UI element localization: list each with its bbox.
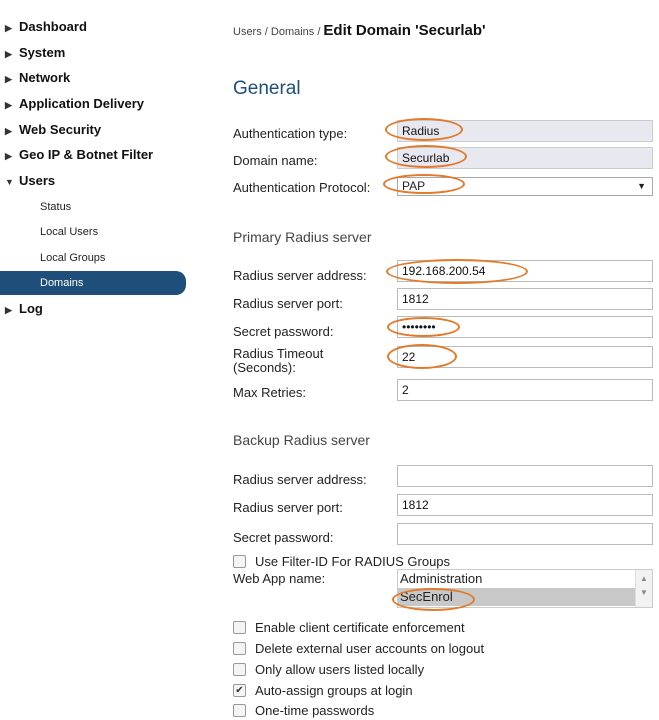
filter-id-label: Use Filter-ID For RADIUS Groups <box>255 554 451 569</box>
otp-option[interactable]: One-time passwords <box>233 702 374 720</box>
sidebar-subitem-status[interactable]: Status <box>40 197 71 217</box>
primary-secret-label: Secret password: <box>233 324 334 339</box>
webapp-label: Web App name: <box>233 571 326 586</box>
sidebar: ▶ Dashboard ▶ System ▶ Network ▶ Application… <box>0 0 186 718</box>
local-only-label: Only allow users listed locally <box>255 662 425 677</box>
primary-timeout-label: Radius Timeout (Seconds): <box>233 346 324 375</box>
backup-port-label: Radius server port: <box>233 500 343 515</box>
sidebar-item-label: Network <box>19 70 71 85</box>
primary-address-label: Radius server address: <box>233 268 367 283</box>
sidebar-item-label: System <box>19 45 66 60</box>
sidebar-item-system[interactable]: ▶ System <box>5 43 65 63</box>
primary-secret-field[interactable]: •••••••• <box>397 316 653 338</box>
sidebar-item-dashboard[interactable]: ▶ Dashboard <box>5 17 87 37</box>
backup-port-field[interactable]: 1812 <box>397 494 653 516</box>
backup-secret-label: Secret password: <box>233 530 334 545</box>
primary-address-field[interactable]: 192.168.200.54 <box>397 260 653 282</box>
sidebar-subitem-domains[interactable]: Domains <box>0 271 186 295</box>
primary-retries-label: Max Retries: <box>233 385 306 400</box>
caret-right-icon: ▶ <box>5 126 12 136</box>
backup-address-label: Radius server address: <box>233 472 367 487</box>
auth-protocol-value: PAP <box>402 179 426 193</box>
auto-assign-option[interactable]: ✔ Auto-assign groups at login <box>233 682 413 700</box>
sidebar-item-network[interactable]: ▶ Network <box>5 68 70 88</box>
sidebar-item-label: Application Delivery <box>19 96 144 111</box>
local-only-option[interactable]: Only allow users listed locally <box>233 661 424 679</box>
listbox-scrollbar[interactable]: ▲ ▼ <box>635 570 652 607</box>
sidebar-item-label: Dashboard <box>19 19 87 34</box>
primary-timeout-field[interactable]: 22 <box>397 346 653 368</box>
delete-accounts-label: Delete external user accounts on logout <box>255 641 485 656</box>
auth-type-label: Authentication type: <box>233 126 348 141</box>
sidebar-item-log[interactable]: ▶ Log <box>5 299 43 319</box>
caret-down-icon: ▼ <box>5 177 14 187</box>
caret-right-icon: ▶ <box>5 305 12 315</box>
breadcrumb-path[interactable]: Users / Domains / <box>233 26 320 38</box>
sidebar-item-application-delivery[interactable]: ▶ Application Delivery <box>5 94 144 114</box>
local-only-checkbox[interactable] <box>233 663 246 677</box>
otp-label: One-time passwords <box>255 703 375 718</box>
section-title-primary: Primary Radius server <box>233 229 372 245</box>
sidebar-item-label: Geo IP & Botnet Filter <box>19 147 154 162</box>
section-title-backup: Backup Radius server <box>233 432 370 448</box>
domain-name-field: Securlab <box>397 147 653 169</box>
section-title-general: General <box>233 78 301 99</box>
sidebar-item-web-security[interactable]: ▶ Web Security <box>5 120 101 140</box>
webapp-listbox[interactable]: Administration SecEnrol ▲ ▼ <box>397 569 653 608</box>
sidebar-item-label: Web Security <box>19 122 102 137</box>
caret-right-icon: ▶ <box>5 151 12 161</box>
auth-protocol-label: Authentication Protocol: <box>233 180 371 195</box>
webapp-option[interactable]: Administration <box>398 570 652 588</box>
scroll-up-icon[interactable]: ▲ <box>636 574 652 583</box>
scroll-down-icon[interactable]: ▼ <box>636 588 652 597</box>
primary-port-field[interactable]: 1812 <box>397 288 653 310</box>
caret-right-icon: ▶ <box>5 23 12 33</box>
caret-right-icon: ▶ <box>5 100 12 110</box>
sidebar-item-geo-ip[interactable]: ▶ Geo IP & Botnet Filter <box>5 145 153 165</box>
domain-name-label: Domain name: <box>233 153 318 168</box>
webapp-option[interactable]: SecEnrol <box>398 588 652 606</box>
client-cert-label: Enable client certificate enforcement <box>255 620 465 635</box>
sidebar-item-label: Users <box>19 173 56 188</box>
backup-address-field[interactable] <box>397 465 653 487</box>
primary-retries-field[interactable]: 2 <box>397 379 653 401</box>
breadcrumb: Users / Domains / Edit Domain 'Securlab' <box>233 22 486 39</box>
sidebar-subitem-local-users[interactable]: Local Users <box>40 222 98 242</box>
page-title: Edit Domain 'Securlab' <box>323 22 486 39</box>
caret-right-icon: ▶ <box>5 74 12 84</box>
sidebar-item-label: Log <box>19 301 43 316</box>
auto-assign-checkbox[interactable]: ✔ <box>233 684 246 698</box>
otp-checkbox[interactable] <box>233 704 246 718</box>
delete-accounts-option[interactable]: Delete external user accounts on logout <box>233 640 484 658</box>
sidebar-subitem-local-groups[interactable]: Local Groups <box>40 248 105 268</box>
client-cert-checkbox[interactable] <box>233 621 246 635</box>
dropdown-arrow-icon: ▼ <box>637 181 646 191</box>
auth-protocol-select[interactable]: PAP ▼ <box>397 177 653 196</box>
delete-accounts-checkbox[interactable] <box>233 642 246 656</box>
backup-secret-field[interactable] <box>397 523 653 545</box>
sidebar-item-users[interactable]: ▼ Users <box>5 171 55 191</box>
client-cert-option[interactable]: Enable client certificate enforcement <box>233 619 465 637</box>
caret-right-icon: ▶ <box>5 49 12 59</box>
auto-assign-label: Auto-assign groups at login <box>255 683 413 698</box>
auth-type-field: Radius <box>397 120 653 142</box>
primary-port-label: Radius server port: <box>233 296 343 311</box>
filter-id-checkbox[interactable] <box>233 555 246 569</box>
